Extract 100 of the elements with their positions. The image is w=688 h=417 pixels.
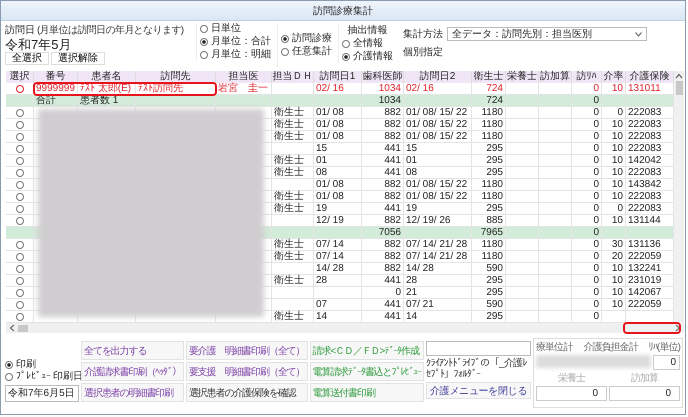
row-radio[interactable] bbox=[16, 168, 24, 176]
row-radio[interactable] bbox=[16, 252, 24, 260]
radio-option[interactable]: 訪問診療 bbox=[281, 32, 332, 44]
action-button[interactable]: 介護請求書印刷（ﾍｯﾀﾞ） bbox=[81, 362, 184, 381]
action-button[interactable]: 要支援 明細書印刷（全て） bbox=[186, 362, 308, 381]
table-cell: 衛生士 bbox=[274, 251, 304, 262]
row-radio[interactable] bbox=[16, 108, 24, 116]
method-label: 集計方法 bbox=[403, 28, 443, 41]
table-cell: 882 bbox=[384, 251, 401, 262]
table-cell: 1180 bbox=[481, 119, 503, 130]
table-cell: 07 bbox=[316, 299, 328, 310]
row-radio[interactable] bbox=[16, 132, 24, 140]
table-cell: 882 bbox=[384, 215, 401, 226]
column-header[interactable]: 栄養士 bbox=[506, 71, 539, 83]
radio-option[interactable]: 任意集計 bbox=[281, 46, 332, 58]
table-cell: 441 bbox=[384, 275, 401, 286]
total-field: 0 bbox=[609, 386, 680, 401]
radio-icon[interactable] bbox=[342, 40, 350, 48]
row-radio[interactable] bbox=[16, 276, 24, 284]
table-cell: 衛生士 bbox=[274, 119, 304, 130]
column-header[interactable]: 選択 bbox=[6, 71, 34, 83]
table-cell: 882 bbox=[384, 263, 401, 274]
column-header[interactable]: 患者名 bbox=[78, 71, 136, 83]
radio-icon[interactable] bbox=[200, 38, 208, 46]
table-cell: 12/ 19/ 26 bbox=[406, 215, 450, 226]
radio-option[interactable]: 介護情報 bbox=[342, 51, 393, 63]
column-header[interactable]: 介率 bbox=[602, 71, 626, 83]
table-cell: 0 bbox=[593, 287, 599, 298]
table-cell: 01 bbox=[406, 155, 418, 166]
column-header[interactable]: 衛生士 bbox=[472, 71, 506, 83]
radio-icon[interactable] bbox=[200, 25, 208, 33]
table-cell: 10 bbox=[612, 83, 623, 94]
action-button[interactable]: 選択患者の明細書印刷 bbox=[81, 383, 184, 402]
table-cell: 衛生士 bbox=[274, 191, 304, 202]
table-cell: 222083 bbox=[628, 167, 662, 178]
table-cell: 0 bbox=[593, 251, 599, 262]
total-label: 訪加算 bbox=[630, 372, 658, 385]
row-radio[interactable] bbox=[16, 264, 24, 272]
table-cell: 衛生士 bbox=[274, 155, 304, 166]
method-dropdown[interactable]: 全データ：訪問先別：担当医別 bbox=[447, 27, 647, 41]
close-menu-button[interactable]: 介護メニューを閉じる bbox=[426, 382, 531, 399]
radio-icon[interactable] bbox=[5, 373, 13, 381]
scroll-up-icon[interactable] bbox=[675, 73, 683, 79]
row-radio[interactable] bbox=[16, 156, 24, 164]
folder-field[interactable] bbox=[426, 341, 531, 356]
radio-option[interactable]: ﾌﾟﾚﾋﾞｭｰ bbox=[5, 371, 51, 383]
table-cell: 10 bbox=[612, 191, 623, 202]
column-header[interactable]: 担当医 bbox=[216, 71, 272, 83]
radio-option[interactable]: 日単位 bbox=[200, 23, 271, 35]
row-radio[interactable] bbox=[16, 204, 24, 212]
table-cell: 07/ 21 bbox=[406, 299, 434, 310]
table-cell: 0 bbox=[593, 263, 599, 274]
row-radio[interactable] bbox=[16, 288, 24, 296]
row-radio[interactable] bbox=[16, 312, 24, 320]
radio-option[interactable]: 月単位：明細 bbox=[200, 49, 271, 61]
radio-option[interactable]: 全情報 bbox=[342, 38, 393, 50]
visit-date-field[interactable]: 令和7年5月 bbox=[5, 37, 193, 52]
column-header[interactable]: 訪ﾘﾊ bbox=[572, 71, 602, 83]
scroll-thumb[interactable] bbox=[676, 81, 682, 95]
table-cell: 30 bbox=[612, 239, 623, 250]
scroll-left-icon[interactable] bbox=[9, 324, 15, 332]
row-radio[interactable] bbox=[16, 300, 24, 308]
table-cell: 142067 bbox=[628, 287, 662, 298]
row-radio[interactable] bbox=[16, 144, 24, 152]
column-header[interactable]: 訪加算 bbox=[539, 71, 572, 83]
scroll-right-icon[interactable] bbox=[675, 324, 681, 332]
column-header[interactable]: 訪問日1 bbox=[314, 71, 362, 83]
horizontal-scrollbar[interactable] bbox=[6, 323, 684, 333]
selection-button[interactable]: 選択解除 bbox=[51, 52, 105, 65]
column-header[interactable]: 歯科医師 bbox=[362, 71, 404, 83]
column-header[interactable]: 訪問日2 bbox=[404, 71, 472, 83]
action-button[interactable]: 要介護 明細書印刷（全て） bbox=[186, 341, 308, 360]
table-cell: 0 bbox=[593, 311, 599, 322]
table-cell: 01/ 08 bbox=[316, 191, 344, 202]
column-header[interactable]: 担当ＤＨ bbox=[272, 71, 314, 83]
action-button[interactable]: 全てを出力する bbox=[81, 341, 184, 360]
row-radio[interactable] bbox=[16, 120, 24, 128]
radio-icon[interactable] bbox=[342, 53, 350, 61]
table-cell: 衛生士 bbox=[274, 167, 304, 178]
radio-icon[interactable] bbox=[5, 361, 13, 369]
column-header[interactable]: 訪問先 bbox=[136, 71, 216, 83]
selection-button[interactable]: 全選択 bbox=[5, 52, 49, 65]
radio-icon[interactable] bbox=[200, 51, 208, 59]
action-button[interactable]: 選択患者の介護保険を確認 bbox=[186, 383, 308, 402]
highlight-frame bbox=[623, 322, 681, 334]
radio-icon[interactable] bbox=[281, 48, 289, 56]
row-radio[interactable] bbox=[16, 180, 24, 188]
row-radio[interactable] bbox=[16, 240, 24, 248]
row-radio[interactable] bbox=[16, 192, 24, 200]
radio-icon[interactable] bbox=[281, 34, 289, 42]
row-radio[interactable] bbox=[16, 216, 24, 224]
print-date-field[interactable]: 令和7年6月5日 bbox=[5, 385, 79, 402]
radio-option[interactable]: 月単位：合計 bbox=[200, 36, 271, 48]
total-label: 栄養士 bbox=[558, 372, 586, 385]
radio-option[interactable]: 印刷 bbox=[5, 359, 51, 371]
vertical-scrollbar[interactable] bbox=[674, 71, 684, 323]
row-radio[interactable] bbox=[16, 84, 24, 92]
scroll-thumb[interactable] bbox=[18, 324, 28, 332]
table-cell: 0 bbox=[593, 191, 599, 202]
column-header[interactable]: 番号 bbox=[34, 71, 78, 83]
